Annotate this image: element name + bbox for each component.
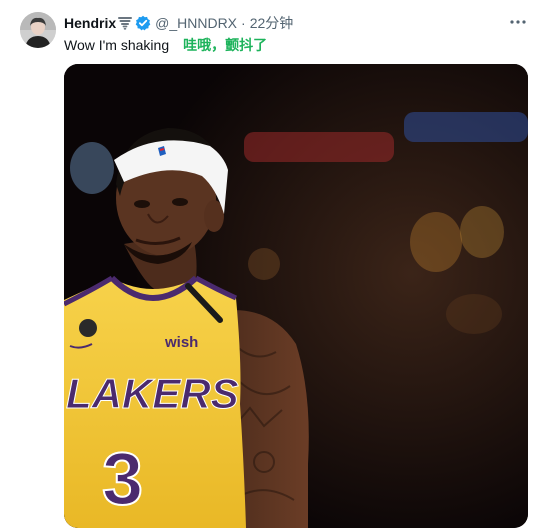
tweet-body: Wow I'm shaking 哇哦，颤抖了 <box>64 35 267 55</box>
more-options-icon[interactable] <box>508 12 528 32</box>
author-handle[interactable]: @_HNNDRX <box>155 15 237 31</box>
verified-badge-icon <box>135 15 151 31</box>
tweet-timestamp[interactable]: 22分钟 <box>250 13 294 33</box>
tweet-header: Hendrix @_HNNDRX · 22分钟 <box>64 13 293 33</box>
tweet-text: Wow I'm shaking <box>64 37 170 53</box>
tweet-photo[interactable]: wish LAKERS 3 <box>64 64 528 528</box>
tornado-icon <box>118 16 133 30</box>
jersey-sponsor: wish <box>164 334 198 351</box>
jersey-team-name: LAKERS <box>66 370 239 417</box>
tweet: Hendrix @_HNNDRX · 22分钟 Wow I'm shaking … <box>0 0 540 528</box>
translation-text: 哇哦，颤抖了 <box>183 37 268 53</box>
jersey-number: 3 <box>102 437 143 520</box>
author-display-name[interactable]: Hendrix <box>64 15 116 31</box>
separator-dot: · <box>241 15 246 31</box>
avatar[interactable] <box>20 12 56 48</box>
